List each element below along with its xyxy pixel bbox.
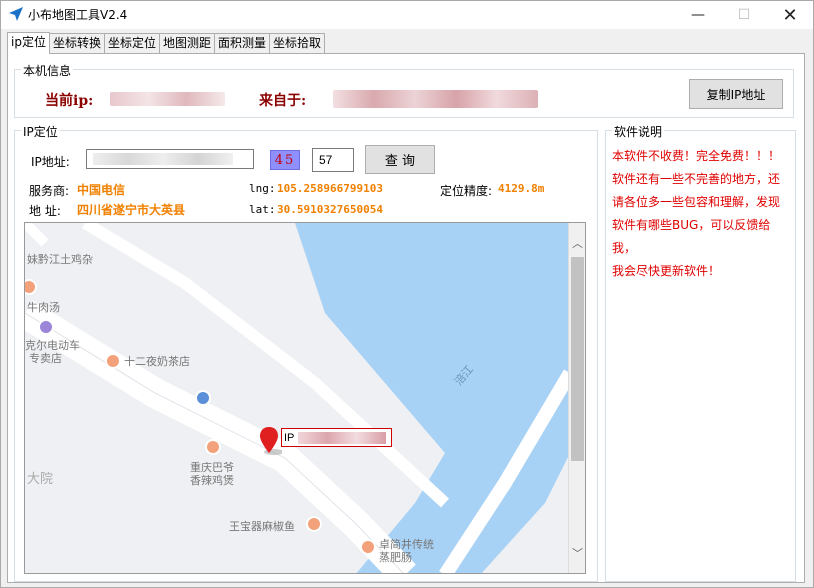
local-info-title: 本机信息 bbox=[21, 62, 74, 79]
software-note-text: 本软件不收费！完全免费！！！ 软件还有一些不完善的地方，还 请各位多一些包容和理… bbox=[612, 145, 794, 283]
teashop-poi-icon bbox=[105, 353, 121, 369]
poi-label: 卓简井传统 bbox=[379, 538, 434, 551]
tab-coord-locate[interactable]: 坐标定位 bbox=[103, 33, 160, 53]
scroll-up-arrow[interactable]: ︿ bbox=[571, 235, 584, 251]
software-note-title: 软件说明 bbox=[612, 123, 665, 140]
tab-map-distance[interactable]: 地图测距 bbox=[158, 33, 215, 53]
captcha-image: 45 bbox=[270, 150, 300, 170]
poi-label: 香辣鸡煲 bbox=[190, 474, 234, 487]
local-info-group: 本机信息 当前ip: 来自于: 复制IP地址 bbox=[14, 62, 794, 118]
app-arrow-icon bbox=[9, 7, 23, 21]
query-button[interactable]: 查 询 bbox=[365, 145, 435, 174]
scroll-thumb[interactable] bbox=[571, 257, 584, 461]
restaurant-poi-icon bbox=[360, 539, 376, 555]
copy-ip-button[interactable]: 复制IP地址 bbox=[689, 79, 783, 109]
redacted-marker-ip bbox=[298, 431, 387, 444]
lng-label: lng: bbox=[249, 182, 276, 195]
note-line: 请各位多一些包容和理解，发现 bbox=[612, 195, 781, 209]
isp-value: 中国电信 bbox=[77, 183, 126, 197]
map-scrollbar[interactable]: ︿ ﹀ bbox=[568, 223, 585, 573]
redacted-ip bbox=[110, 92, 225, 106]
window-title: 小布地图工具V2.4 bbox=[28, 8, 128, 22]
poi-label: 大院 bbox=[27, 472, 54, 487]
marker-ip-label: IP bbox=[281, 428, 392, 447]
tab-panel: 本机信息 当前ip: 来自于: 复制IP地址 IP定位 IP地址: 45 57 … bbox=[7, 53, 805, 583]
address-label: 地 址: bbox=[29, 204, 61, 218]
ip-address-input[interactable] bbox=[86, 149, 254, 169]
marker-ip-prefix: IP bbox=[284, 431, 295, 444]
tab-strip: ip定位 坐标转换 坐标定位 地图测距 面积测量 坐标拾取 bbox=[7, 32, 326, 54]
redacted-ip-input bbox=[93, 153, 233, 165]
note-line: 本软件不收费！完全免费！！！ bbox=[612, 149, 781, 163]
poi-label: 牛肉汤 bbox=[27, 301, 60, 314]
tab-area-measure[interactable]: 面积测量 bbox=[214, 33, 271, 53]
map-view[interactable]: 妹黔江土鸡杂 牛肉汤 克尔电动车 专卖店 十二夜奶茶店 涪江 重庆巴爷 香辣鸡煲… bbox=[24, 222, 586, 574]
poi-label: 王宝器麻椒鱼 bbox=[229, 520, 295, 533]
shop-poi-icon bbox=[38, 319, 54, 335]
bus-stop-icon bbox=[195, 390, 211, 406]
current-ip-label: 当前ip: bbox=[45, 93, 94, 109]
lng-value: 105.258966799103 bbox=[277, 182, 383, 195]
note-line: 我会尽快更新软件！ bbox=[612, 264, 721, 278]
lat-value: 30.5910327650054 bbox=[277, 203, 383, 216]
restaurant-poi-icon bbox=[205, 439, 221, 455]
ip-locate-title: IP定位 bbox=[21, 123, 60, 140]
tab-ip-locate[interactable]: ip定位 bbox=[7, 32, 50, 54]
isp-label: 服务商: bbox=[29, 184, 70, 198]
location-marker-icon[interactable] bbox=[258, 425, 282, 457]
poi-label: 妹黔江土鸡杂 bbox=[27, 253, 93, 266]
minimize-button[interactable]: — bbox=[675, 1, 721, 29]
poi-label: 克尔电动车 bbox=[25, 339, 80, 352]
poi-label: 专卖店 bbox=[29, 352, 62, 365]
main-window: 小布地图工具V2.4 — ☐ ✕ ip定位 坐标转换 坐标定位 地图测距 面积测… bbox=[0, 0, 814, 588]
note-line: 软件有哪些BUG，可以反馈给我， bbox=[612, 218, 771, 255]
map-canvas bbox=[25, 223, 570, 573]
poi-label: 蒸肥肠 bbox=[379, 551, 412, 564]
poi-label: 十二夜奶茶店 bbox=[124, 355, 190, 368]
title-bar: 小布地图工具V2.4 — ☐ ✕ bbox=[1, 1, 813, 29]
poi-label: 重庆巴爷 bbox=[190, 461, 234, 474]
address-value: 四川省遂宁市大英县 bbox=[77, 203, 186, 217]
from-label: 来自于: bbox=[259, 93, 307, 109]
tab-coord-convert[interactable]: 坐标转换 bbox=[48, 33, 105, 53]
close-button[interactable]: ✕ bbox=[767, 1, 813, 29]
lat-label: lat: bbox=[249, 203, 276, 216]
maximize-button[interactable]: ☐ bbox=[721, 1, 767, 29]
restaurant-poi-icon bbox=[306, 516, 322, 532]
redacted-location bbox=[333, 90, 538, 108]
note-line: 软件还有一些不完善的地方，还 bbox=[612, 172, 781, 186]
accuracy-value: 4129.8m bbox=[498, 182, 545, 195]
scroll-down-arrow[interactable]: ﹀ bbox=[571, 545, 584, 561]
minor-road bbox=[25, 223, 49, 247]
accuracy-label: 定位精度: bbox=[440, 184, 493, 198]
captcha-input[interactable]: 57 bbox=[312, 148, 354, 172]
ip-field-label: IP地址: bbox=[31, 155, 70, 169]
tab-coord-pick[interactable]: 坐标拾取 bbox=[269, 33, 326, 53]
software-note-group: 软件说明 本软件不收费！完全免费！！！ 软件还有一些不完善的地方，还 请各位多一… bbox=[605, 123, 796, 582]
